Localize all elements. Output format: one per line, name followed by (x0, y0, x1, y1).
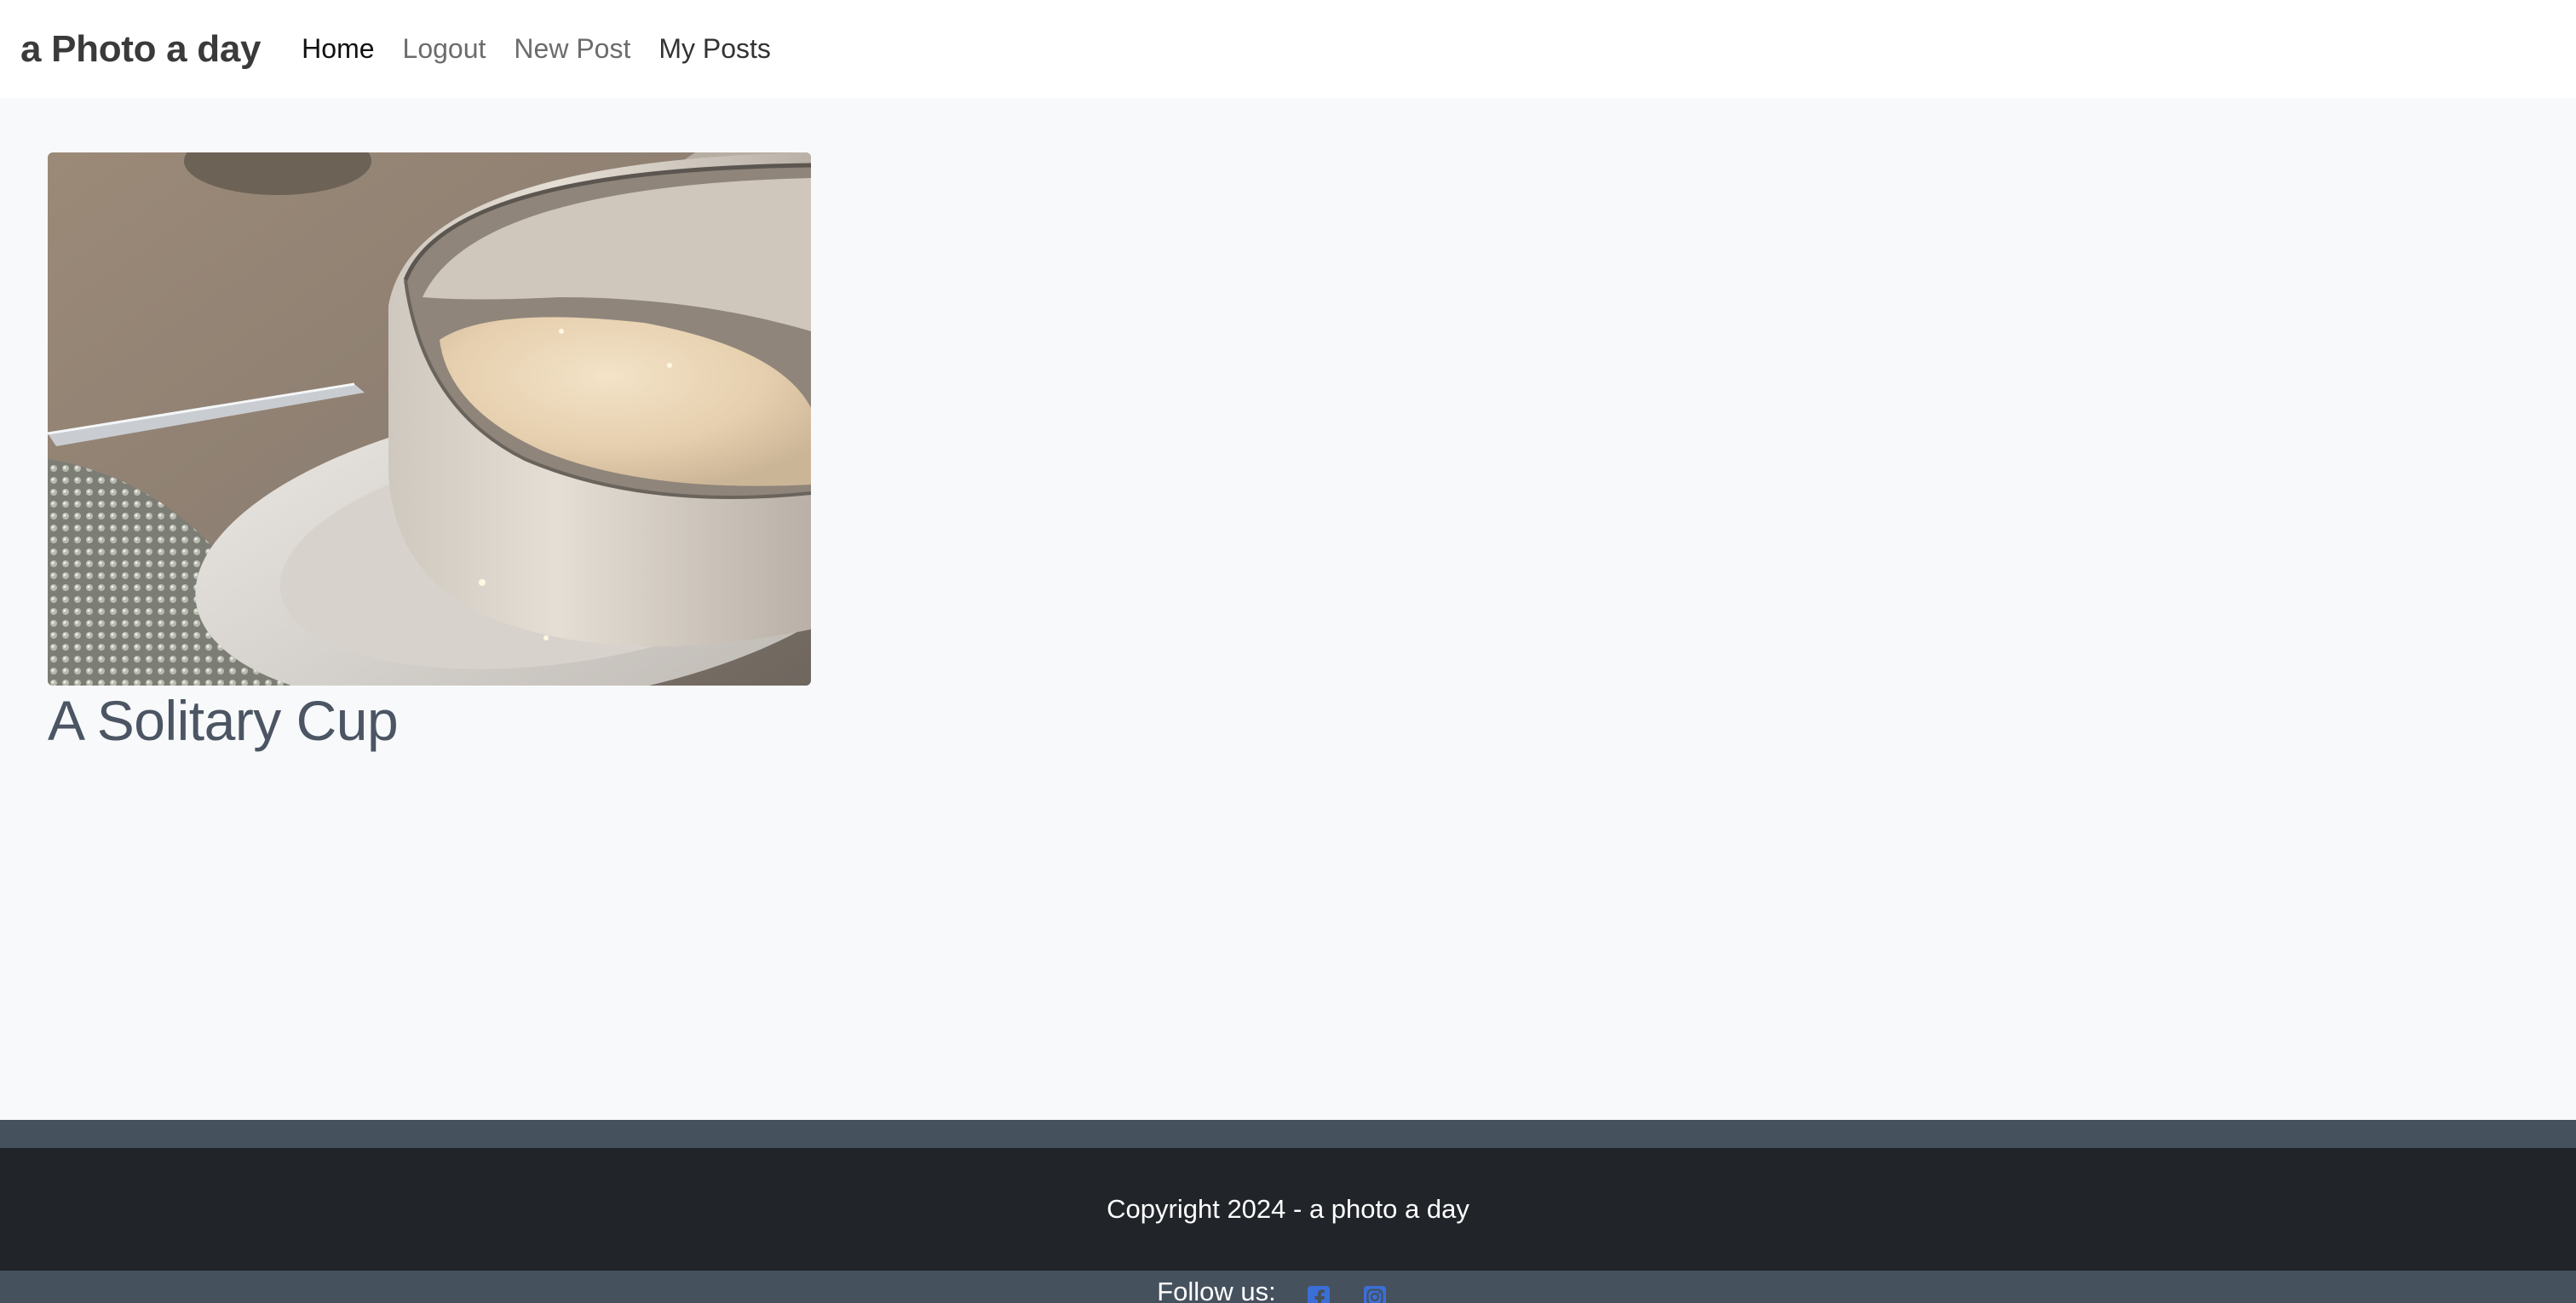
post-photo[interactable] (48, 152, 811, 686)
facebook-icon[interactable] (1307, 1285, 1331, 1303)
nav-my-posts[interactable]: My Posts (658, 33, 771, 65)
instagram-icon[interactable] (1363, 1285, 1387, 1303)
footer: Copyright 2024 - a photo a day (0, 1148, 2576, 1271)
main-content: A Solitary Cup (0, 98, 2576, 1120)
copyright-text: Copyright 2024 - a photo a day (1107, 1194, 1469, 1224)
nav-new-post[interactable]: New Post (514, 33, 630, 65)
follow-label: Follow us: (1157, 1277, 1276, 1303)
post-title[interactable]: A Solitary Cup (48, 687, 811, 754)
nav-logout[interactable]: Logout (403, 33, 486, 65)
brand-link[interactable]: a Photo a day (20, 28, 261, 71)
footer-divider (0, 1120, 2576, 1148)
navbar: a Photo a day Home Logout New Post My Po… (0, 0, 2576, 98)
post-card[interactable]: A Solitary Cup (48, 152, 811, 754)
nav-home[interactable]: Home (302, 33, 374, 65)
social-bar: Follow us: (0, 1271, 2576, 1303)
